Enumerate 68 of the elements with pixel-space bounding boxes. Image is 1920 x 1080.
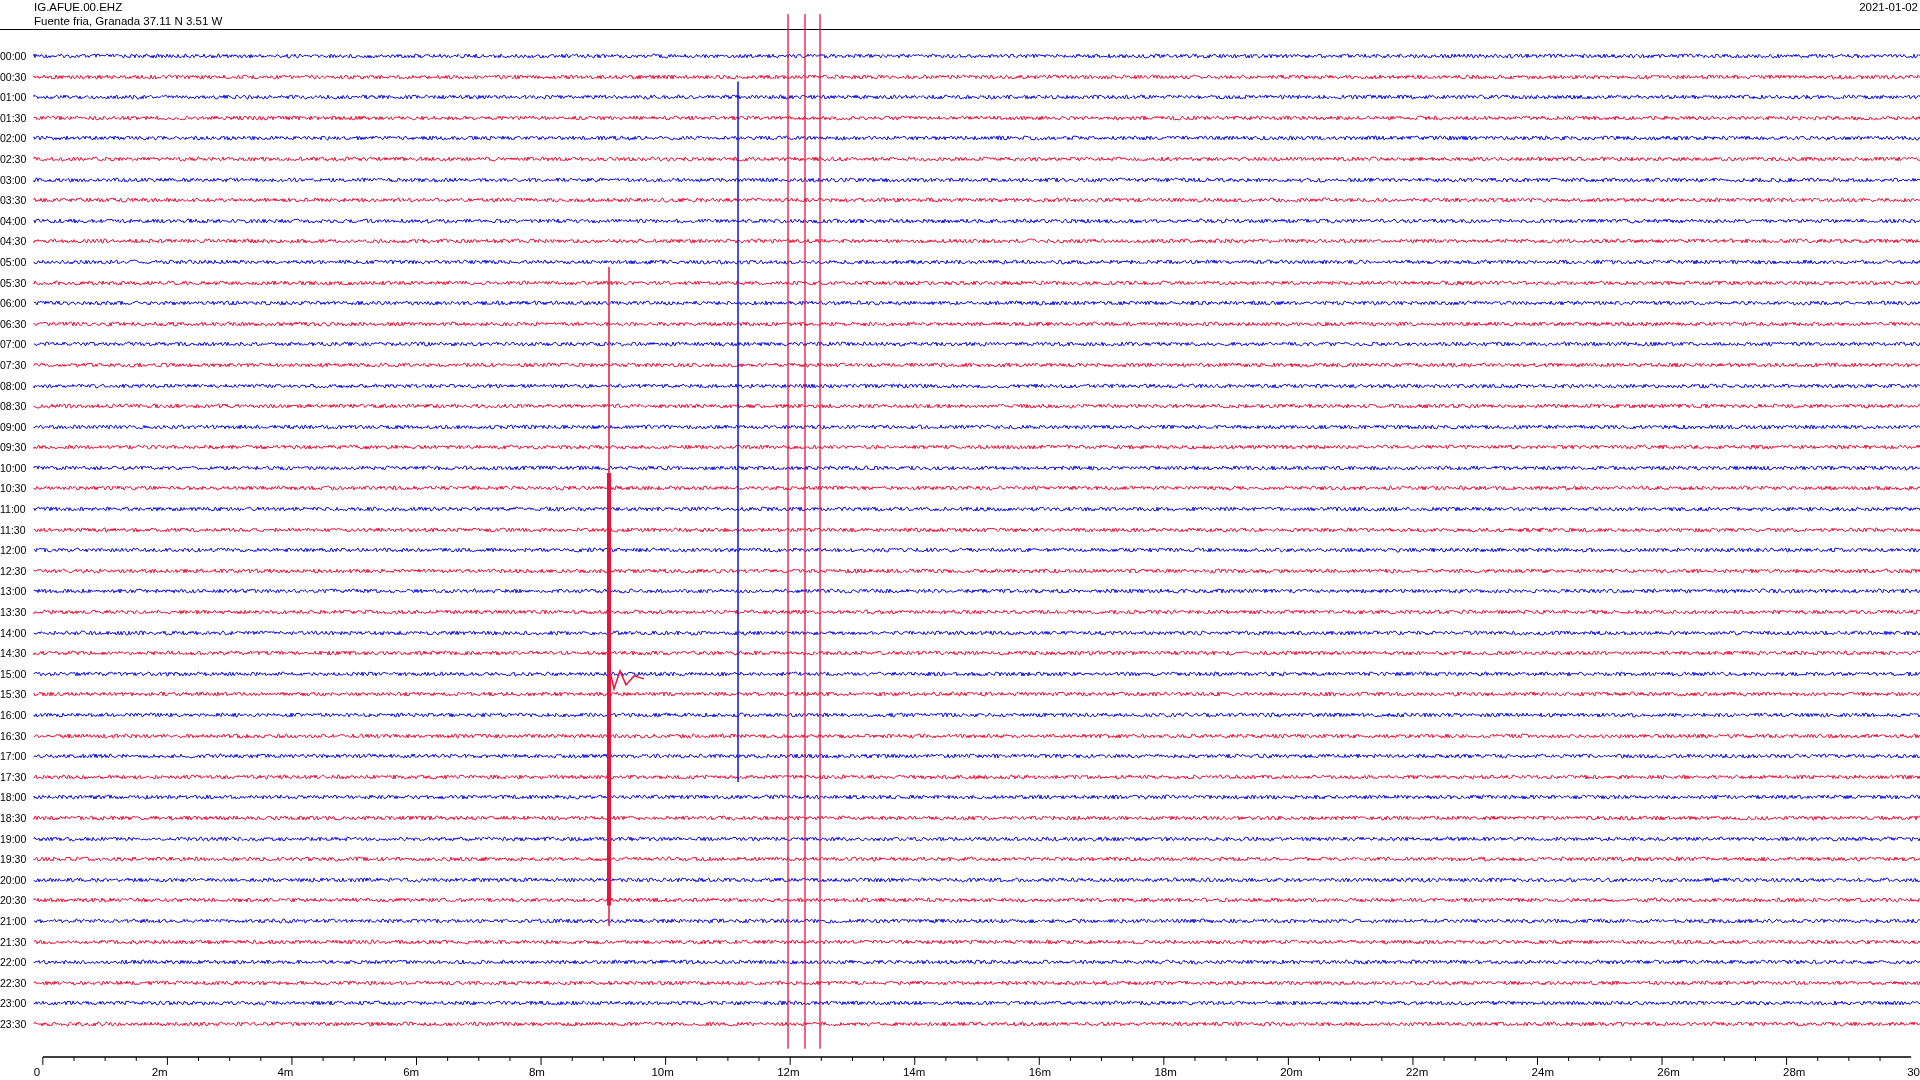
axis-tick-label: 30 (1907, 1066, 1920, 1079)
time-label: 11:00 (0, 503, 27, 516)
time-label: 00:30 (0, 70, 28, 83)
time-label: 17:30 (0, 770, 28, 783)
time-label: 23:30 (0, 1017, 28, 1030)
time-label: 07:30 (0, 358, 28, 371)
time-label: 16:30 (0, 729, 28, 742)
time-label: 04:30 (0, 235, 28, 248)
earthquake-burst (608, 665, 645, 692)
axis-tick-label: 14m (902, 1066, 926, 1079)
time-label: 11:30 (0, 523, 27, 536)
time-label: 08:00 (0, 379, 28, 392)
time-label: 00:00 (0, 50, 28, 62)
time-label: 06:00 (0, 297, 28, 310)
station-code: IG.AFUE.00.EHZ (34, 0, 124, 14)
axis-tick-label: 28m (1783, 1066, 1806, 1079)
time-label: 21:00 (0, 914, 28, 927)
time-label: 13:30 (0, 606, 28, 619)
axis-tick-label: 26m (1657, 1066, 1680, 1079)
axis-tick-label: 2m (151, 1066, 168, 1079)
time-label: 01:00 (0, 91, 28, 104)
time-label: 12:00 (0, 544, 28, 557)
time-label: 10:00 (0, 461, 28, 474)
time-label: 19:00 (0, 832, 28, 845)
time-label: 10:30 (0, 482, 28, 495)
time-label: 05:30 (0, 276, 28, 289)
time-label: 01:30 (0, 111, 28, 124)
time-label: 09:00 (0, 420, 28, 433)
time-label: 21:30 (0, 935, 28, 948)
time-label: 02:30 (0, 153, 28, 165)
time-label: 19:30 (0, 853, 28, 866)
time-label: 04:00 (0, 214, 28, 227)
axis-tick-label: 8m (528, 1066, 545, 1079)
axis-tick-label: 12m (777, 1066, 800, 1079)
time-label: 03:30 (0, 194, 28, 207)
time-label: 17:00 (0, 750, 28, 763)
axis-tick-label: 0 (33, 1066, 41, 1079)
date-label: 2021-01-02 (1859, 0, 1918, 14)
time-label: 08:30 (0, 400, 28, 413)
time-label: 15:30 (0, 688, 28, 701)
station-location: Fuente fria, Granada 37.11 N 3.51 W (34, 14, 223, 28)
time-label: 22:00 (0, 956, 28, 969)
time-label: 12:30 (0, 564, 28, 577)
time-label: 07:00 (0, 338, 28, 351)
time-label: 15:00 (0, 667, 28, 680)
time-label: 02:00 (0, 132, 28, 145)
axis-tick-label: 22m (1405, 1066, 1429, 1079)
time-label: 14:30 (0, 647, 28, 660)
axis-tick-label: 18m (1154, 1066, 1177, 1079)
time-label: 22:30 (0, 976, 28, 989)
axis-tick-label: 24m (1531, 1066, 1554, 1079)
time-label: 13:00 (0, 585, 28, 598)
time-label: 18:30 (0, 812, 28, 824)
time-label: 23:00 (0, 997, 28, 1010)
time-label: 14:00 (0, 626, 28, 639)
time-label: 05:00 (0, 255, 28, 268)
time-label: 03:00 (0, 173, 28, 186)
time-label: 16:00 (0, 709, 28, 721)
axis-tick-label: 10m (651, 1066, 674, 1079)
time-label: 20:30 (0, 894, 28, 907)
time-label: 06:30 (0, 317, 28, 330)
time-label: 18:00 (0, 791, 28, 804)
axis-tick-label: 4m (277, 1066, 294, 1079)
axis-tick-label: 6m (403, 1066, 420, 1079)
time-label: 20:00 (0, 873, 28, 886)
time-label: 09:30 (0, 441, 28, 454)
axis-tick-label: 20m (1280, 1066, 1303, 1079)
axis-tick-label: 16m (1028, 1066, 1052, 1079)
